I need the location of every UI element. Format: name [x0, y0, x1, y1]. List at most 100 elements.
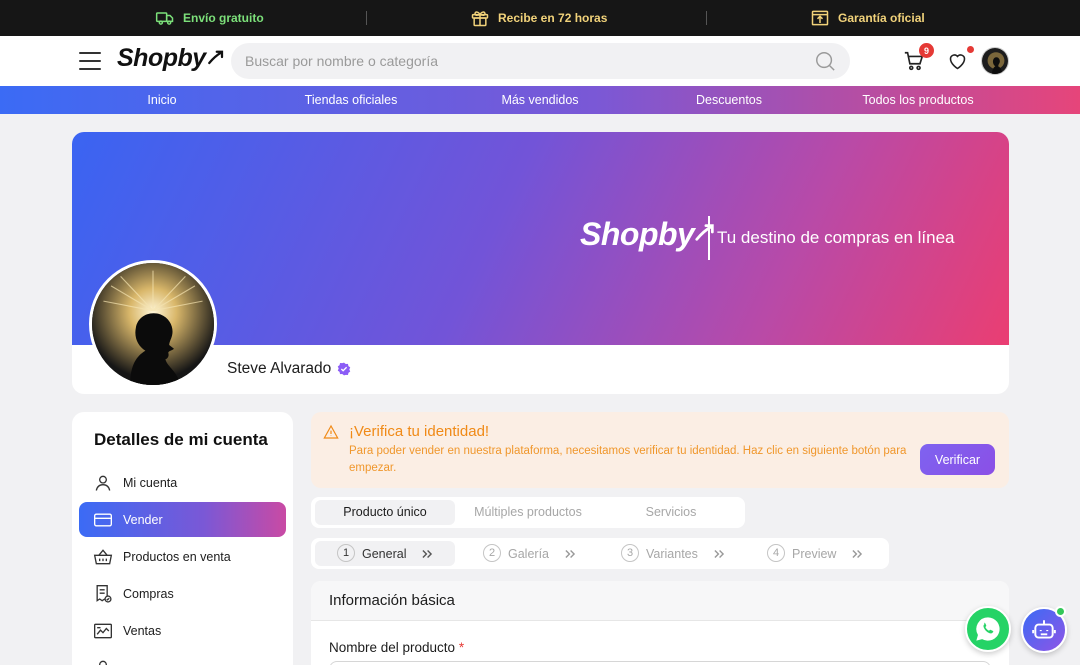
category-nav: Inicio Tiendas oficiales Más vendidos De… [0, 86, 1080, 114]
promo-label: Garantía oficial [838, 11, 925, 25]
basket-icon [93, 548, 113, 564]
search-input[interactable] [245, 53, 814, 69]
sidebar-item-label: Ventas [123, 623, 162, 638]
robot-icon [1032, 620, 1056, 639]
promo-warranty: Garantía oficial [810, 0, 925, 36]
verified-badge-icon [338, 362, 351, 376]
step-general[interactable]: 1 General [315, 541, 455, 566]
double-chevron-icon [714, 549, 724, 558]
form-steps: 1 General 2 Galería 3 Variantes 4 Previe… [311, 538, 889, 569]
nav-item-todos[interactable]: Todos los productos [862, 86, 973, 114]
online-status-dot [1055, 606, 1066, 617]
step-preview[interactable]: 4 Preview [743, 541, 883, 566]
product-form: Información básica Nombre del producto * [311, 581, 1009, 665]
cart-button[interactable]: 9 [902, 43, 934, 73]
step-number: 1 [337, 544, 355, 562]
user-group-icon [99, 660, 107, 665]
menu-icon[interactable] [79, 52, 101, 70]
logo-arrow-icon [695, 223, 715, 241]
nav-item-mas-vendidos[interactable]: Más vendidos [501, 86, 578, 114]
banner-tagline: Tu destino de compras en línea [717, 228, 955, 247]
verify-identity-alert: ¡Verifica tu identidad! Para poder vende… [311, 412, 1009, 488]
banner-divider [708, 216, 710, 260]
product-type-tabs: Producto único Múltiples productos Servi… [311, 497, 745, 528]
tab-multiples-productos[interactable]: Múltiples productos [457, 500, 599, 525]
alert-message: Para poder vender en nuestra plataforma,… [349, 445, 907, 474]
promo-label: Envío gratuito [183, 11, 264, 25]
avatar-image [982, 48, 1008, 74]
logo[interactable]: Shopby [117, 44, 225, 73]
promo-label: Recibe en 72 horas [498, 11, 608, 25]
box-icon [811, 10, 829, 26]
user-icon [95, 475, 111, 491]
promo-bar: Envío gratuito Recibe en 72 horas Garant… [0, 0, 1080, 36]
form-section-title: Información básica [329, 592, 455, 609]
sidebar-item-ventas[interactable]: Ventas [79, 613, 286, 648]
step-label: General [362, 546, 407, 561]
tab-servicios[interactable]: Servicios [601, 500, 741, 525]
sidebar-item-label: Compras [123, 586, 174, 601]
step-label: Galería [508, 546, 549, 561]
profile-name: Steve Alvarado [227, 360, 351, 378]
product-name-input[interactable] [329, 661, 991, 665]
profile-card: Shopby Tu destino de compras en línea [72, 132, 1009, 394]
banner-logo: Shopby [580, 216, 716, 253]
alert-title: ¡Verifica tu identidad! [349, 423, 490, 440]
form-section-header: Información básica [311, 581, 1009, 621]
truck-icon [155, 12, 174, 25]
sidebar-item-compras[interactable]: Compras [79, 576, 286, 611]
step-galeria[interactable]: 2 Galería [457, 541, 597, 566]
step-number: 4 [767, 544, 785, 562]
wishlist-button[interactable] [945, 46, 974, 73]
step-variantes[interactable]: 3 Variantes [599, 541, 739, 566]
header: Shopby 9 [0, 36, 1080, 86]
header-avatar[interactable] [981, 47, 1009, 75]
sidebar-item-mi-cuenta[interactable]: Mi cuenta [79, 465, 286, 500]
step-label: Preview [792, 546, 837, 561]
search-icon[interactable] [814, 50, 836, 72]
whatsapp-button[interactable] [965, 606, 1011, 652]
heart-icon [949, 53, 965, 69]
promo-free-shipping: Envío gratuito [155, 0, 264, 36]
sidebar-item-productos[interactable]: Productos en venta [79, 539, 286, 574]
account-sidebar: Detalles de mi cuenta Mi cuenta Vender P… [72, 412, 293, 665]
sidebar-item-vender[interactable]: Vender [79, 502, 286, 537]
double-chevron-icon [422, 549, 433, 558]
nav-item-tiendas[interactable]: Tiendas oficiales [305, 86, 398, 114]
avatar-image [92, 263, 214, 385]
gift-icon [471, 11, 489, 27]
chatbot-button[interactable] [1021, 606, 1067, 653]
promo-divider [706, 11, 707, 25]
product-name-label: Nombre del producto * [329, 640, 464, 655]
promo-delivery: Recibe en 72 horas [470, 0, 607, 36]
sidebar-item-partial[interactable] [79, 650, 286, 665]
warning-icon [323, 424, 339, 439]
profile-name-text: Steve Alvarado [227, 360, 332, 377]
tab-producto-unico[interactable]: Producto único [315, 500, 455, 525]
search-bar [231, 43, 850, 79]
banner-logo-text: Shopby [580, 216, 695, 252]
promo-divider [366, 11, 367, 25]
double-chevron-icon [565, 549, 576, 558]
logo-text: Shopby [117, 44, 206, 72]
profile-avatar[interactable] [89, 260, 217, 388]
sidebar-title: Detalles de mi cuenta [94, 430, 268, 449]
verify-button[interactable]: Verificar [920, 444, 995, 475]
sidebar-item-label: Vender [123, 512, 163, 527]
receipt-icon [96, 584, 112, 603]
sales-chart-icon [94, 623, 112, 638]
sidebar-item-label: Mi cuenta [123, 475, 178, 490]
required-mark: * [458, 640, 465, 655]
double-chevron-icon [852, 549, 863, 558]
step-label: Variantes [646, 546, 698, 561]
step-number: 3 [621, 544, 639, 562]
step-number: 2 [483, 544, 501, 562]
sidebar-item-label: Productos en venta [123, 549, 231, 564]
whatsapp-icon [976, 617, 1000, 641]
nav-item-inicio[interactable]: Inicio [147, 86, 176, 114]
nav-item-descuentos[interactable]: Descuentos [696, 86, 762, 114]
card-icon [94, 513, 112, 526]
logo-arrow-icon [207, 50, 223, 64]
field-label-text: Nombre del producto [329, 640, 456, 655]
notification-dot [967, 46, 974, 53]
